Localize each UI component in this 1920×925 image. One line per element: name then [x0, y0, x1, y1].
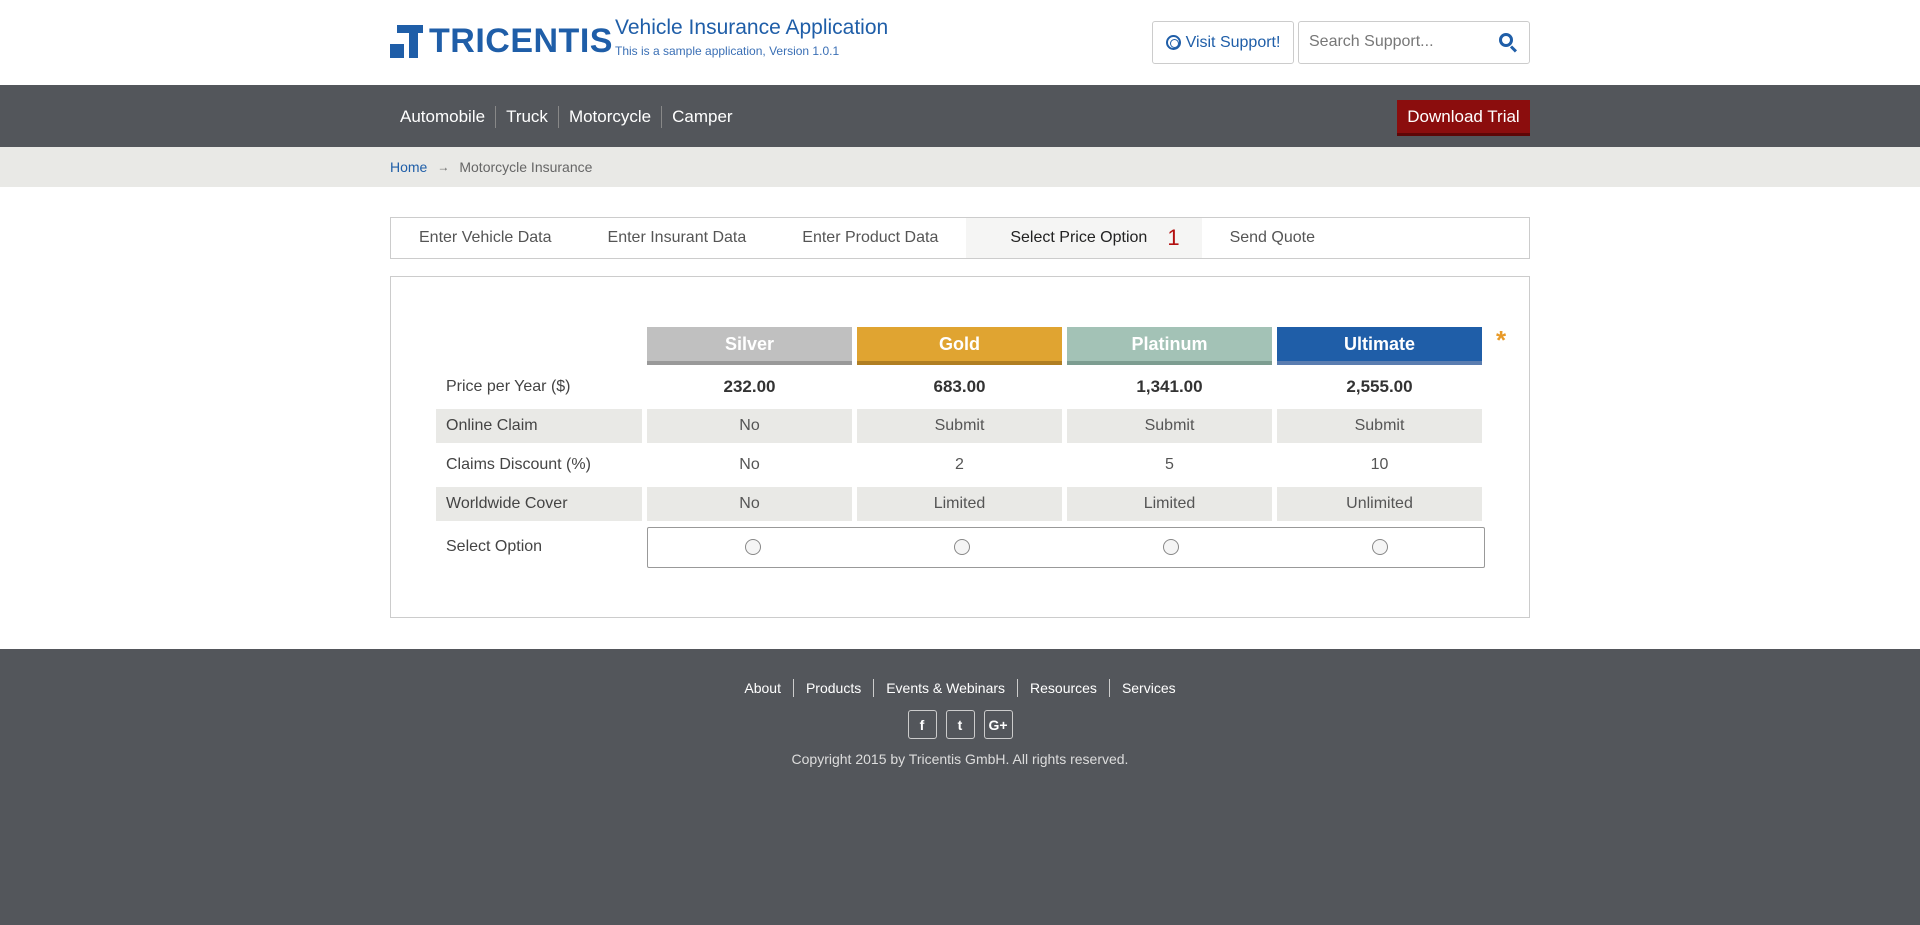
main-content: Enter Vehicle Data Enter Insurant Data E… [0, 187, 1920, 649]
footer-link-products[interactable]: Products [794, 679, 875, 697]
table-cell: Submit [857, 409, 1062, 443]
radio-gold[interactable] [953, 539, 970, 555]
wizard-tabs: Enter Vehicle Data Enter Insurant Data E… [390, 217, 1530, 259]
row-label: Claims Discount (%) [446, 456, 591, 473]
nav-item-motorcycle[interactable]: Motorcycle [559, 106, 663, 128]
footer: About Products Events & Webinars Resourc… [0, 649, 1920, 925]
plan-header-row: Silver Gold Platinum Ultimate [436, 327, 1487, 365]
plan-header-silver: Silver [647, 327, 852, 365]
twitter-icon[interactable]: t [945, 710, 975, 739]
row-label: Worldwide Cover [436, 487, 642, 521]
table-row-online-claim: Online Claim No Submit Submit Submit [436, 409, 1487, 443]
search-support [1298, 21, 1530, 64]
facebook-icon[interactable]: f [907, 710, 937, 739]
social-links: f t G+ [0, 710, 1920, 739]
table-cell: Submit [1067, 409, 1272, 443]
table-cell: No [647, 409, 852, 443]
table-row-price: Price per Year ($) 232.00 683.00 1,341.0… [436, 370, 1487, 404]
header: TRICENTIS Vehicle Insurance Application … [0, 0, 1920, 85]
google-plus-icon[interactable]: G+ [983, 710, 1013, 739]
plan-header-ultimate: Ultimate [1277, 327, 1482, 365]
tab-error-count: 1 [1167, 225, 1180, 250]
app-title: Vehicle Insurance Application [615, 16, 889, 39]
copyright: Copyright 2015 by Tricentis GmbH. All ri… [791, 751, 1129, 767]
footer-link-resources[interactable]: Resources [1018, 679, 1110, 697]
visit-support-button[interactable]: Visit Support! [1152, 21, 1294, 64]
table-cell: 10 [1370, 456, 1389, 473]
nav-item-camper[interactable]: Camper [662, 106, 742, 128]
app-subtitle: This is a sample application, Version 1.… [615, 44, 840, 58]
tab-send-quote[interactable]: Send Quote [1202, 218, 1343, 258]
breadcrumb: Home → Motorcycle Insurance [0, 147, 1920, 187]
table-cell: Limited [1067, 487, 1272, 521]
row-label: Select Option [446, 538, 543, 555]
tricentis-logo[interactable]: TRICENTIS [390, 22, 613, 61]
radio-platinum[interactable] [1162, 539, 1179, 555]
table-cell: No [739, 456, 760, 473]
logo-text: TRICENTIS [429, 22, 613, 60]
footer-link-services[interactable]: Services [1110, 679, 1188, 697]
tab-enter-insurant-data[interactable]: Enter Insurant Data [580, 218, 775, 258]
required-asterisk-icon: * [1496, 325, 1507, 355]
price-option-panel: Silver Gold Platinum Ultimate Price per … [390, 276, 1530, 618]
price-table: Silver Gold Platinum Ultimate Price per … [436, 327, 1487, 573]
price-platinum: 1,341.00 [1136, 377, 1203, 396]
tab-label: Send Quote [1229, 229, 1315, 246]
logo-mark-icon [390, 25, 423, 58]
table-cell: 5 [1165, 456, 1174, 473]
lifebuoy-icon [1165, 35, 1181, 50]
breadcrumb-home[interactable]: Home [390, 159, 427, 175]
table-cell: Limited [857, 487, 1062, 521]
nav-item-automobile[interactable]: Automobile [390, 106, 497, 128]
footer-link-about[interactable]: About [732, 679, 794, 697]
tab-label: Select Price Option [1010, 229, 1148, 246]
radio-silver[interactable] [744, 539, 761, 555]
app-title-block: Vehicle Insurance Application This is a … [615, 16, 888, 58]
price-silver: 232.00 [723, 377, 776, 396]
table-row-select-option: Select Option [436, 526, 1487, 568]
tab-label: Enter Product Data [802, 229, 939, 246]
tab-label: Enter Vehicle Data [419, 229, 552, 246]
tab-enter-product-data[interactable]: Enter Product Data [774, 218, 966, 258]
tab-label: Enter Insurant Data [607, 229, 747, 246]
table-cell: Submit [1277, 409, 1482, 443]
select-option-group [647, 526, 1485, 568]
plan-header-platinum: Platinum [1067, 327, 1272, 365]
empty-header-cell [436, 327, 642, 365]
row-label: Online Claim [436, 409, 642, 443]
price-ultimate: 2,555.00 [1346, 377, 1413, 396]
main-nav: Automobile Truck Motorcycle Camper Downl… [0, 85, 1920, 147]
table-cell: No [647, 487, 852, 521]
radio-ultimate[interactable] [1371, 539, 1388, 555]
table-row-worldwide-cover: Worldwide Cover No Limited Limited Unlim… [436, 487, 1487, 521]
breadcrumb-arrow-icon: → [437, 160, 450, 174]
nav-item-truck[interactable]: Truck [496, 106, 559, 128]
search-icon[interactable] [1499, 33, 1518, 53]
visit-support-label: Visit Support! [1185, 33, 1281, 51]
plan-header-gold: Gold [857, 327, 1062, 365]
table-row-claims-discount: Claims Discount (%) No 2 5 10 [436, 448, 1487, 482]
price-gold: 683.00 [933, 377, 986, 396]
footer-links: About Products Events & Webinars Resourc… [0, 649, 1920, 697]
download-trial-button[interactable]: Download Trial [1397, 100, 1530, 136]
tab-select-price-option[interactable]: Select Price Option 1 [966, 218, 1202, 258]
breadcrumb-current: Motorcycle Insurance [459, 159, 593, 175]
tab-enter-vehicle-data[interactable]: Enter Vehicle Data [391, 218, 580, 258]
table-cell: 2 [955, 456, 964, 473]
footer-link-events-webinars[interactable]: Events & Webinars [874, 679, 1019, 697]
table-cell: Unlimited [1277, 487, 1482, 521]
search-input[interactable] [1299, 22, 1489, 62]
row-label: Price per Year ($) [446, 378, 571, 395]
